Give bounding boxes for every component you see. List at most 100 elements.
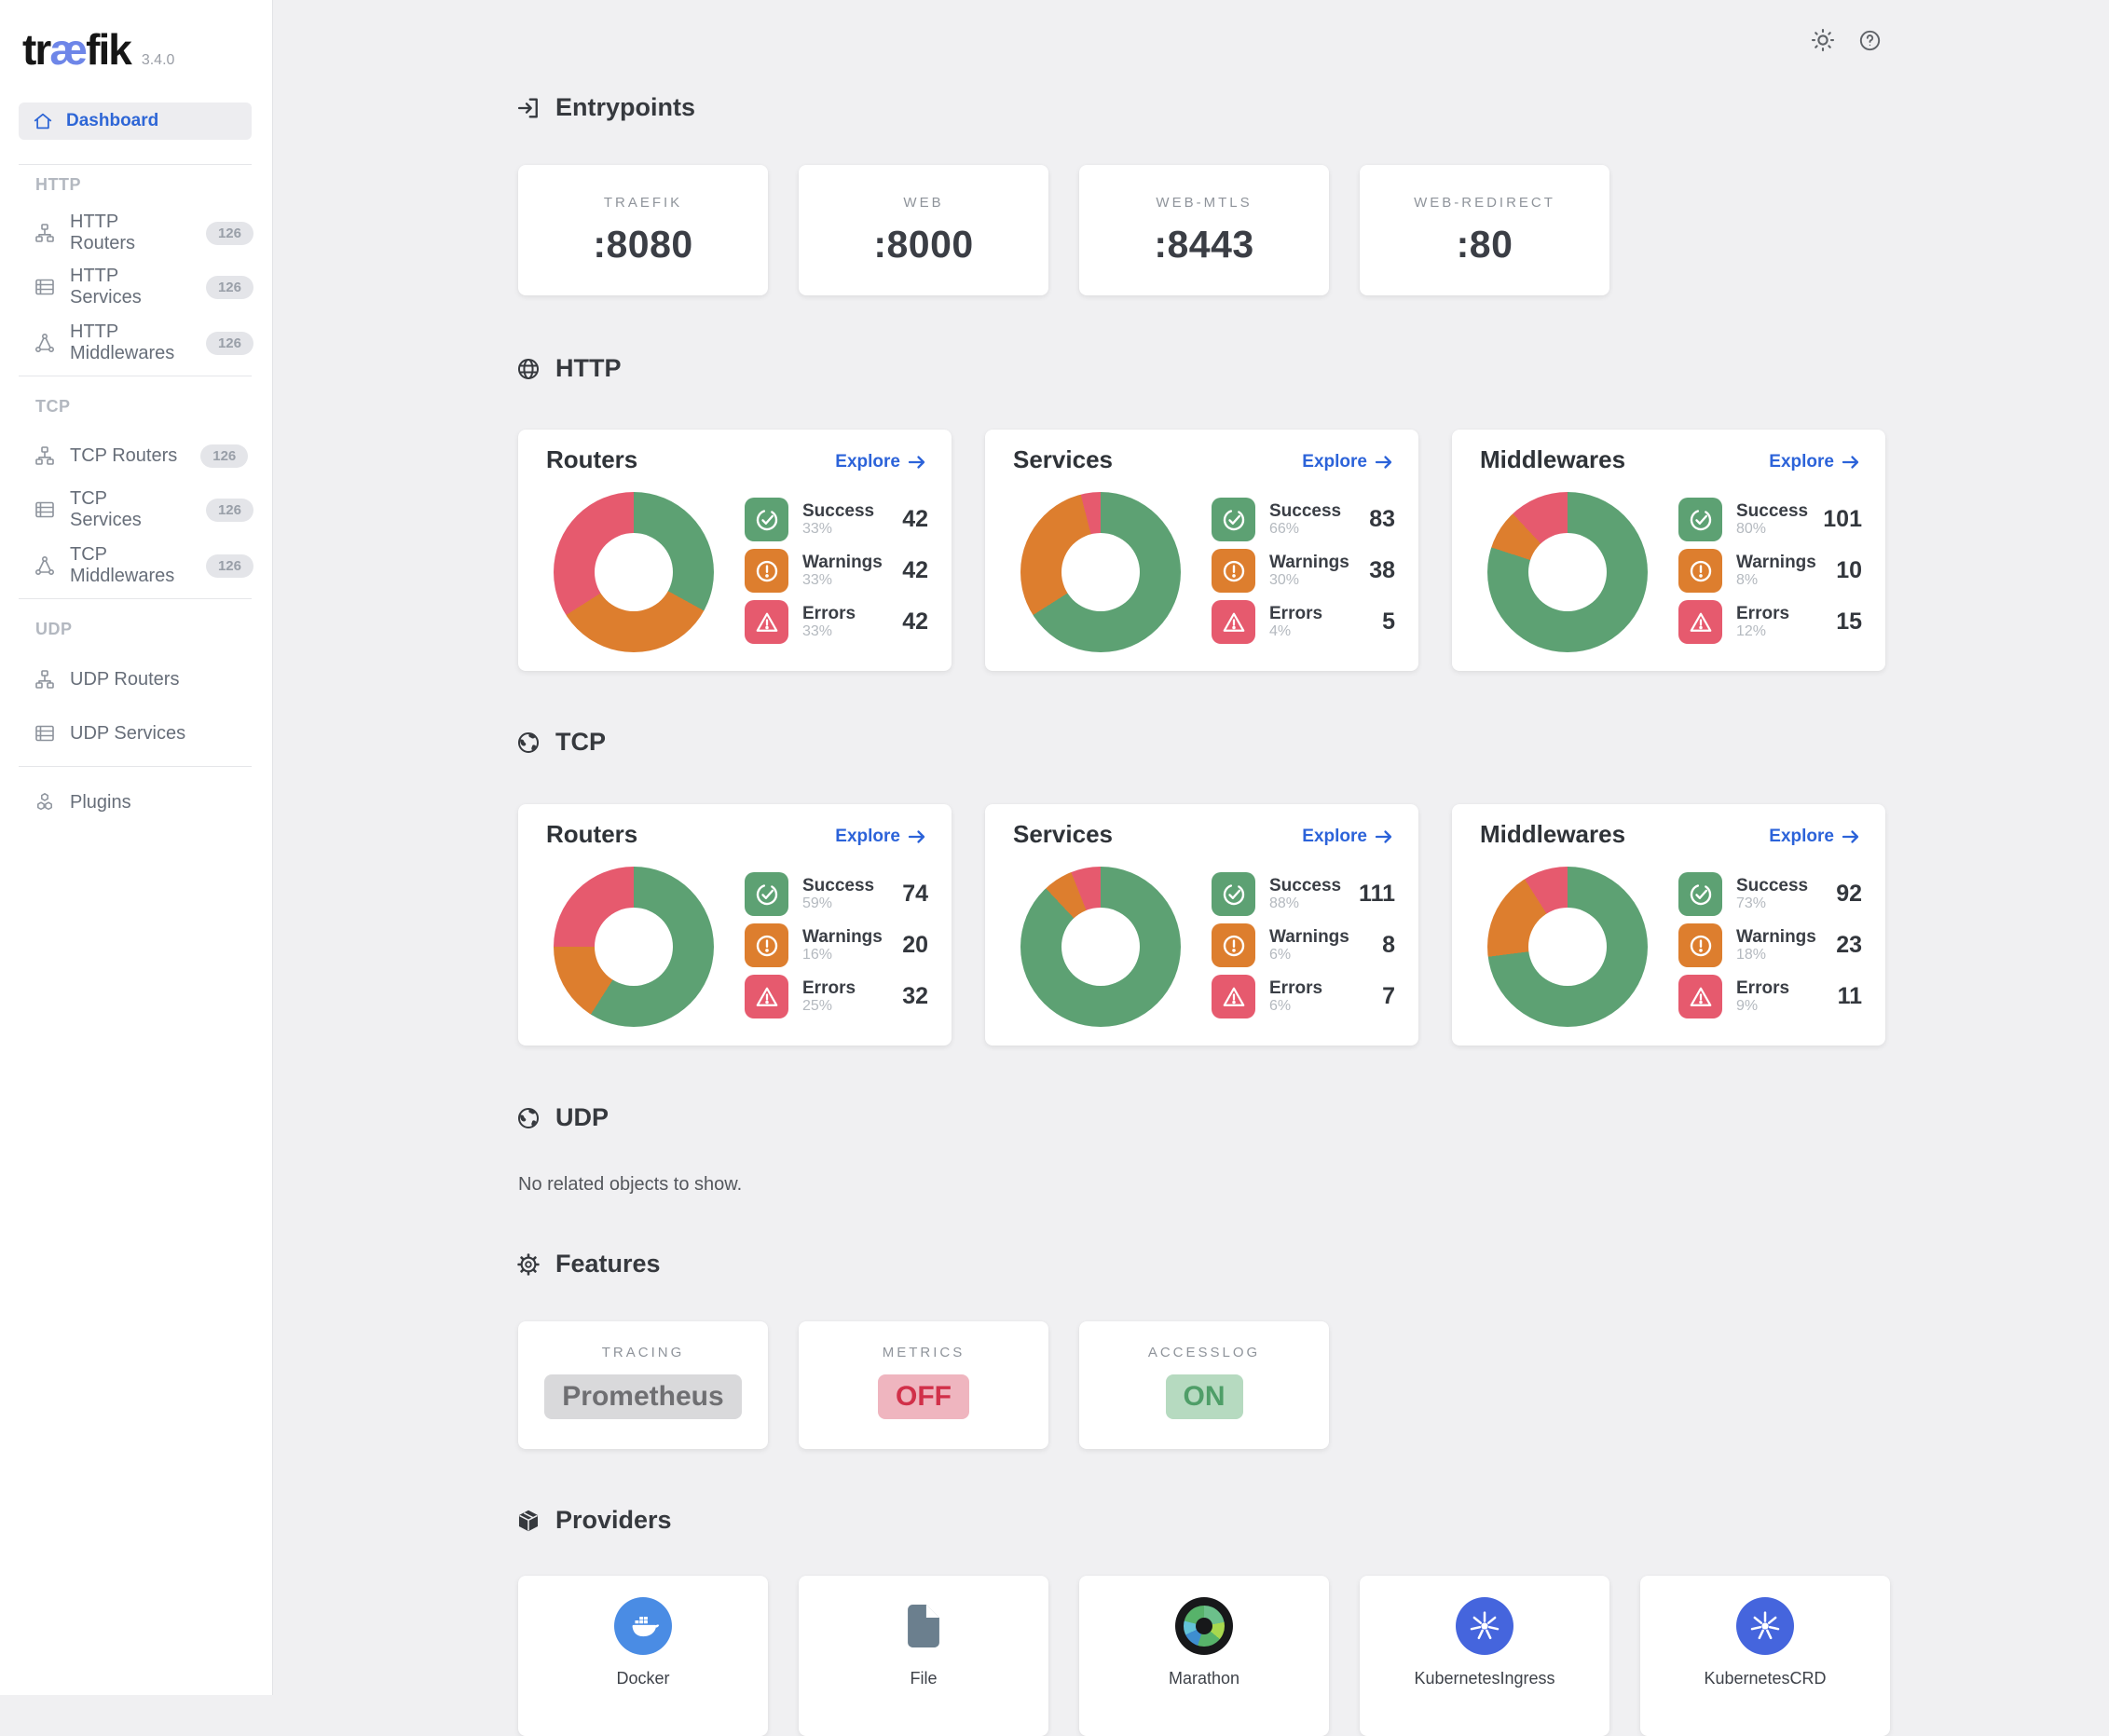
routers-icon (34, 222, 56, 244)
success-check-icon (1678, 872, 1722, 916)
count-badge: 126 (206, 276, 253, 299)
provider-marathon-card: Marathon (1079, 1576, 1329, 1736)
feature-value-badge: OFF (878, 1374, 969, 1419)
error-triangle-icon (745, 975, 788, 1018)
stat-value: 42 (902, 557, 928, 584)
entrypoint-name: WEB (903, 195, 943, 211)
provider-name: Docker (616, 1669, 669, 1688)
sidebar-item-label: TCP Routers (70, 445, 177, 467)
section-title: Providers (555, 1506, 672, 1535)
explore-link[interactable]: Explore (835, 827, 927, 847)
stat-success: Success73% 92 (1678, 872, 1862, 916)
provider-name: File (910, 1669, 937, 1688)
sidebar-item-label: UDP Services (70, 723, 185, 745)
sidebar-item-tcp-services[interactable]: TCP Services 126 (34, 491, 253, 528)
logo-text: træfik (22, 24, 130, 75)
section-title: UDP (555, 1103, 609, 1132)
provider-name: Marathon (1169, 1669, 1239, 1688)
sidebar-item-udp-routers[interactable]: UDP Routers (34, 661, 253, 698)
sidebar-item-tcp-middlewares[interactable]: TCP Middlewares 126 (34, 547, 253, 584)
warning-circle-icon (1212, 923, 1255, 967)
count-badge: 126 (206, 222, 253, 245)
sidebar-item-udp-services[interactable]: UDP Services (34, 715, 253, 752)
feature-name: ACCESSLOG (1148, 1345, 1260, 1360)
sidebar-item-http-middlewares[interactable]: HTTP Middlewares 126 (34, 324, 253, 362)
sidebar-item-http-routers[interactable]: HTTP Routers 126 (34, 214, 253, 252)
donut-chart (1020, 492, 1181, 652)
provider-name: KubernetesCRD (1704, 1669, 1826, 1688)
sidebar-item-dashboard[interactable]: Dashboard (19, 103, 252, 140)
routers-icon (34, 668, 56, 690)
http-cards-row: Routers Explore Success33% 42 Warnings33… (518, 430, 1885, 671)
card-title: Routers (546, 445, 637, 474)
stat-value: 23 (1836, 932, 1862, 959)
provider-kubernetescrd-card: KubernetesCRD (1640, 1576, 1890, 1736)
sidebar-item-label: HTTP Middlewares (70, 321, 183, 364)
explore-link[interactable]: Explore (1769, 827, 1861, 847)
warning-circle-icon (1212, 549, 1255, 593)
sidebar-section-http: HTTP (35, 175, 81, 195)
globe-icon (515, 356, 541, 382)
card-title: Middlewares (1480, 445, 1625, 474)
stats-list: Success73% 92 Warnings18% 23 Errors9% 11 (1678, 872, 1862, 1018)
feature-metrics-card: METRICS OFF (799, 1321, 1048, 1449)
tcp-routers-card: Routers Explore Success59% 74 Warnings16… (518, 804, 952, 1046)
stat-value: 74 (902, 881, 928, 908)
http-routers-card: Routers Explore Success33% 42 Warnings33… (518, 430, 952, 671)
earth-icon (515, 730, 541, 756)
feature-accesslog-card: ACCESSLOG ON (1079, 1321, 1329, 1449)
explore-link[interactable]: Explore (1302, 452, 1394, 472)
help-icon[interactable] (1857, 28, 1883, 53)
stat-value: 20 (902, 932, 928, 959)
http-services-card: Services Explore Success66% 83 Warnings3… (985, 430, 1418, 671)
explore-link[interactable]: Explore (835, 452, 927, 472)
warning-circle-icon (745, 923, 788, 967)
error-triangle-icon (1678, 600, 1722, 644)
stat-value: 8 (1382, 932, 1395, 959)
card-title: Services (1013, 445, 1113, 474)
stat-value: 42 (902, 608, 928, 636)
count-badge: 126 (206, 554, 253, 578)
explore-link[interactable]: Explore (1769, 452, 1861, 472)
donut-chart (554, 492, 714, 652)
error-triangle-icon (1212, 975, 1255, 1018)
theme-toggle-sun-icon[interactable] (1809, 26, 1837, 54)
stats-list: Success88% 111 Warnings6% 8 Errors6% 7 (1212, 872, 1395, 1018)
provider-kubernetesingress-card: KubernetesIngress (1360, 1576, 1609, 1736)
stat-errors: Errors6% 7 (1212, 975, 1395, 1018)
sign-in-icon (515, 95, 541, 121)
donut-chart (1487, 867, 1648, 1027)
sidebar-item-tcp-routers[interactable]: TCP Routers 126 (34, 437, 253, 474)
success-check-icon (1678, 498, 1722, 541)
arrow-right-icon (1841, 452, 1861, 472)
arrow-right-icon (1841, 827, 1861, 847)
stat-success: Success59% 74 (745, 872, 928, 916)
entrypoint-name: WEB-REDIRECT (1414, 195, 1555, 211)
error-triangle-icon (745, 600, 788, 644)
file-icon (895, 1597, 952, 1655)
stat-warnings: Warnings18% 23 (1678, 923, 1862, 967)
arrow-right-icon (1374, 452, 1394, 472)
stat-warnings: Warnings33% 42 (745, 549, 928, 593)
entrypoint-name: TRAEFIK (604, 195, 682, 211)
home-icon (33, 111, 53, 131)
entrypoint-port: :8000 (873, 223, 973, 267)
explore-link[interactable]: Explore (1302, 827, 1394, 847)
docker-icon (614, 1597, 672, 1655)
sidebar: træfik 3.4.0 Dashboard HTTP HTTP Routers… (0, 0, 273, 1695)
providers-section-header: Providers (515, 1506, 672, 1535)
udp-empty-message: No related objects to show. (518, 1174, 742, 1196)
stat-value: 83 (1369, 506, 1395, 533)
section-title: Entrypoints (555, 93, 695, 122)
entrypoints-section-header: Entrypoints (515, 93, 695, 122)
entrypoint-name: WEB-MTLS (1156, 195, 1252, 211)
entrypoints-row: TRAEFIK :8080 WEB :8000 WEB-MTLS :8443 W… (518, 165, 1609, 295)
sidebar-item-plugins[interactable]: Plugins (34, 784, 253, 821)
app-logo: træfik 3.4.0 (22, 24, 174, 75)
sidebar-section-udp: UDP (35, 620, 73, 639)
entrypoint-port: :8080 (593, 223, 692, 267)
sidebar-item-http-services[interactable]: HTTP Services 126 (34, 268, 253, 306)
stat-warnings: Warnings16% 20 (745, 923, 928, 967)
arrow-right-icon (907, 452, 927, 472)
earth-icon (515, 1105, 541, 1131)
